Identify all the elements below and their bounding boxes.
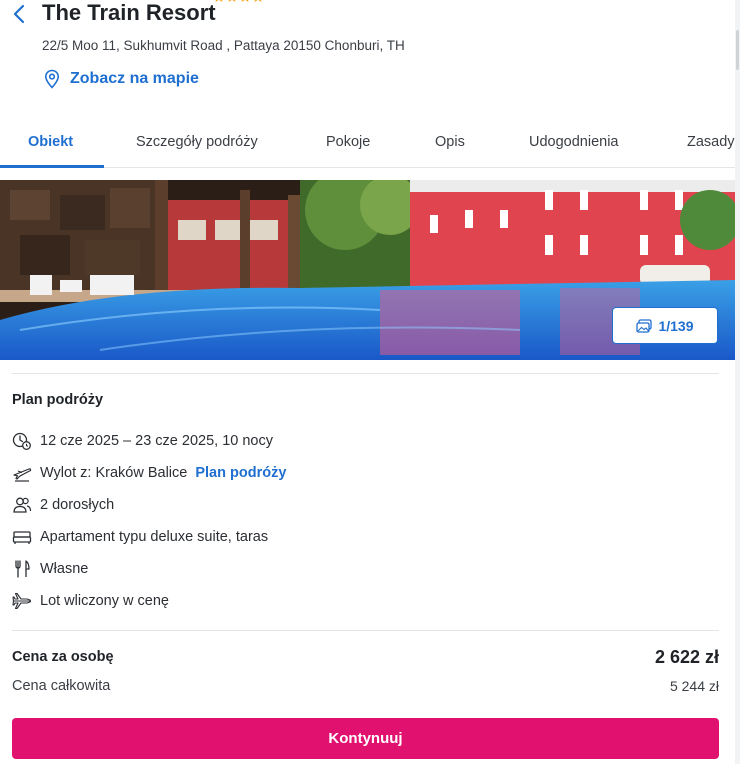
airplane-icon [12,591,32,611]
plan-dates: 12 cze 2025 – 23 cze 2025, 10 nocy [40,433,273,449]
hotel-name: The Train Resort [42,0,216,25]
hotel-stars [213,0,264,3]
page-scrollbar[interactable] [735,0,740,764]
continue-button-label: Kontynuuj [328,730,403,747]
star-icon [241,0,249,2]
tab-pokoje[interactable]: Pokoje [326,134,370,150]
tab-szczegoly-podrozy[interactable]: Szczegóły podróży [136,134,258,150]
tab-zasady[interactable]: Zasady [687,134,735,150]
plan-flight: Lot wliczony w cenę [40,593,169,609]
scrollbar-thumb[interactable] [736,30,739,70]
plan-room: Apartament typu deluxe suite, taras [40,529,269,545]
continue-button[interactable]: Kontynuuj [12,718,719,759]
hotel-header: The Train Resort 22/5 Moo 11, Sukhumvit … [0,0,735,100]
plan-departure: Wylot z: Kraków Balice [40,465,188,481]
star-icon [215,0,223,2]
calendar-clock-icon [12,431,32,451]
plane-departure-icon [12,463,32,483]
plan-details-link[interactable]: Plan podróży [195,465,286,481]
tab-obiekt[interactable]: Obiekt [28,134,73,150]
people-icon [12,495,32,515]
photos-icon [636,318,653,333]
plan-departure-row: Wylot z: Kraków Balice Plan podróży [12,462,286,484]
plan-room-row: Apartament typu deluxe suite, taras [12,526,268,548]
plan-guests-row: 2 dorosłych [12,494,114,516]
bed-icon [12,527,32,547]
price-per-person-label: Cena za osobę [12,649,114,665]
plan-guests: 2 dorosłych [40,497,115,513]
hotel-photo-gallery[interactable]: 1/139 [0,180,735,360]
fork-knife-icon [12,559,32,579]
chevron-left-icon [13,4,25,24]
divider [12,373,719,374]
map-link[interactable]: Zobacz na mapie [42,69,199,89]
plan-flight-row: Lot wliczony w cenę [12,590,169,612]
hotel-address: 22/5 Moo 11, Sukhumvit Road , Pattaya 20… [42,38,405,53]
divider [12,630,719,631]
section-tabs: Obiekt Szczegóły podróży Pokoje Opis Udo… [0,122,735,168]
gallery-counter-button[interactable]: 1/139 [612,307,718,344]
tab-udogodnienia[interactable]: Udogodnienia [529,134,619,150]
gallery-counter: 1/139 [658,317,694,334]
active-tab-indicator [0,165,104,168]
back-button[interactable] [8,2,30,26]
map-pin-icon [44,69,60,89]
map-link-label: Zobacz na mapie [70,70,199,87]
price-total-value: 5 244 zł [669,678,719,694]
tab-opis[interactable]: Opis [435,134,465,150]
plan-board-row: Własne [12,558,88,580]
plan-dates-row: 12 cze 2025 – 23 cze 2025, 10 nocy [12,430,273,452]
price-per-person-value: 2 622 zł [654,647,719,667]
plan-title: Plan podróży [12,392,104,408]
price-total-label: Cena całkowita [12,678,111,694]
plan-board: Własne [40,561,89,577]
star-icon [254,0,262,2]
star-icon [228,0,236,2]
